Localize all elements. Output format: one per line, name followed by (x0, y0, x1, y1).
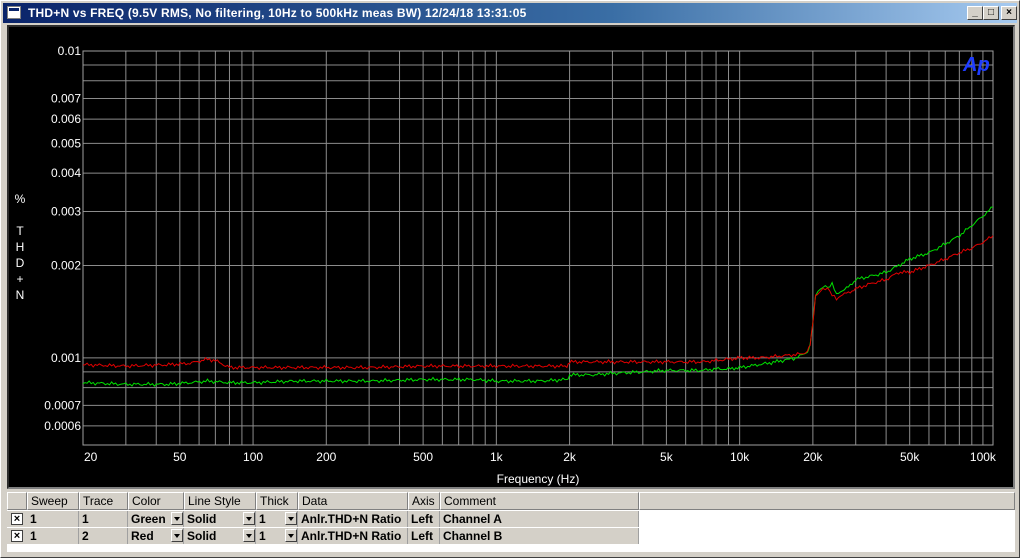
trace-enable-checkbox[interactable]: × (11, 530, 23, 542)
x-tick-label: 10k (730, 450, 750, 464)
sweep-cell[interactable]: 1 (27, 511, 79, 527)
legend-header-thick[interactable]: Thick (256, 492, 298, 510)
y-axis-label-char: % (15, 192, 26, 206)
comment-cell[interactable]: Channel A (440, 511, 639, 527)
app-icon (7, 6, 21, 19)
close-button[interactable]: × (1001, 6, 1017, 20)
legend-header-axis[interactable]: Axis (408, 492, 440, 510)
x-tick-label: 100 (243, 450, 263, 464)
series-line-channel-a (82, 206, 993, 387)
maximize-button[interactable]: □ (983, 6, 999, 20)
y-tick-label: 0.005 (51, 136, 81, 150)
legend-header-trace[interactable]: Trace (79, 492, 128, 510)
y-tick-label: 0.006 (51, 112, 81, 126)
x-tick-label: 5k (660, 450, 674, 464)
y-tick-label: 0.003 (51, 204, 81, 218)
y-axis-label-char: N (16, 288, 25, 302)
y-axis-label-char: + (16, 272, 23, 286)
series-line-channel-b (82, 235, 994, 371)
x-tick-label: 200 (316, 450, 336, 464)
plot-frame (82, 50, 994, 446)
legend-header-color[interactable]: Color (128, 492, 184, 510)
data-cell[interactable]: Anlr.THD+N Ratio (298, 528, 408, 544)
axis-cell[interactable]: Left (408, 511, 440, 527)
legend-header-filler (639, 492, 1015, 510)
trace-enable-checkbox[interactable]: × (11, 513, 23, 525)
trace-legend-table: Sweep Trace Color Line Style Thick Data … (7, 492, 1015, 552)
window-title: THD+N vs FREQ (9.5V RMS, No filtering, 1… (28, 6, 527, 20)
y-tick-label: 0.01 (58, 44, 82, 58)
color-dropdown-icon[interactable] (171, 512, 183, 525)
x-tick-label: 50 (173, 450, 187, 464)
y-tick-label: 0.004 (51, 166, 81, 180)
line-style-dropdown-icon[interactable] (243, 529, 255, 542)
x-axis-label: Frequency (Hz) (497, 472, 580, 486)
comment-cell[interactable]: Channel B (440, 528, 639, 544)
y-tick-label: 0.002 (51, 258, 81, 272)
y-tick-label: 0.0007 (44, 398, 81, 412)
graph-panel: 0.01 0.007 0.006 0.005 0.004 0.003 0.002 0.001 0… (7, 25, 1015, 489)
line-style-dropdown-icon[interactable] (243, 512, 255, 525)
legend-header-data[interactable]: Data (298, 492, 408, 510)
minimize-button[interactable]: _ (967, 6, 983, 20)
y-tick-label: 0.0006 (44, 419, 81, 433)
y-axis-ticks: 0.01 0.007 0.006 0.005 0.004 0.003 0.002 0.001 0… (44, 44, 81, 433)
x-axis-ticks: 20 50 100 200 500 1k 2k 5k 10k 20k 50k 100k (84, 450, 997, 464)
thick-dropdown-icon[interactable] (285, 512, 297, 525)
x-tick-label: 50k (900, 450, 920, 464)
ap-logo: Ap (962, 54, 990, 76)
x-tick-label: 1k (490, 450, 504, 464)
trace-cell[interactable]: 2 (79, 528, 128, 544)
y-axis-label: % THD + N (15, 192, 26, 302)
x-tick-label: 2k (563, 450, 577, 464)
legend-header-line-style[interactable]: Line Style (184, 492, 256, 510)
sweep-cell[interactable]: 1 (27, 528, 79, 544)
legend-header-check (7, 492, 27, 510)
thick-dropdown-icon[interactable] (285, 529, 297, 542)
legend-header-sweep[interactable]: Sweep (27, 492, 79, 510)
grid (82, 50, 993, 445)
y-tick-label: 0.001 (51, 351, 81, 365)
legend-header-comment[interactable]: Comment (440, 492, 639, 510)
color-dropdown-icon[interactable] (171, 529, 183, 542)
trace-cell[interactable]: 1 (79, 511, 128, 527)
x-tick-label: 20 (84, 450, 98, 464)
x-tick-label: 100k (970, 450, 997, 464)
thd-chart: 0.01 0.007 0.006 0.005 0.004 0.003 0.002 0.001 0… (15, 44, 997, 486)
y-axis-label-char: H (16, 240, 25, 254)
axis-cell[interactable]: Left (408, 528, 440, 544)
y-tick-label: 0.007 (51, 92, 81, 106)
app-window: THD+N vs FREQ (9.5V RMS, No filtering, 1… (0, 0, 1020, 558)
x-tick-label: 20k (803, 450, 823, 464)
legend-row-channel-a[interactable]: × 1 1 Green Solid 1 Anlr.THD+N Ratio Lef… (7, 511, 639, 527)
y-axis-label-char: T (16, 224, 24, 238)
x-tick-label: 500 (413, 450, 433, 464)
data-cell[interactable]: Anlr.THD+N Ratio (298, 511, 408, 527)
y-axis-label-char: D (16, 256, 25, 270)
legend-row-channel-b[interactable]: × 1 2 Red Solid 1 Anlr.THD+N Ratio Left … (7, 528, 639, 544)
series-lines (82, 206, 994, 387)
title-bar[interactable]: THD+N vs FREQ (9.5V RMS, No filtering, 1… (3, 3, 1017, 23)
